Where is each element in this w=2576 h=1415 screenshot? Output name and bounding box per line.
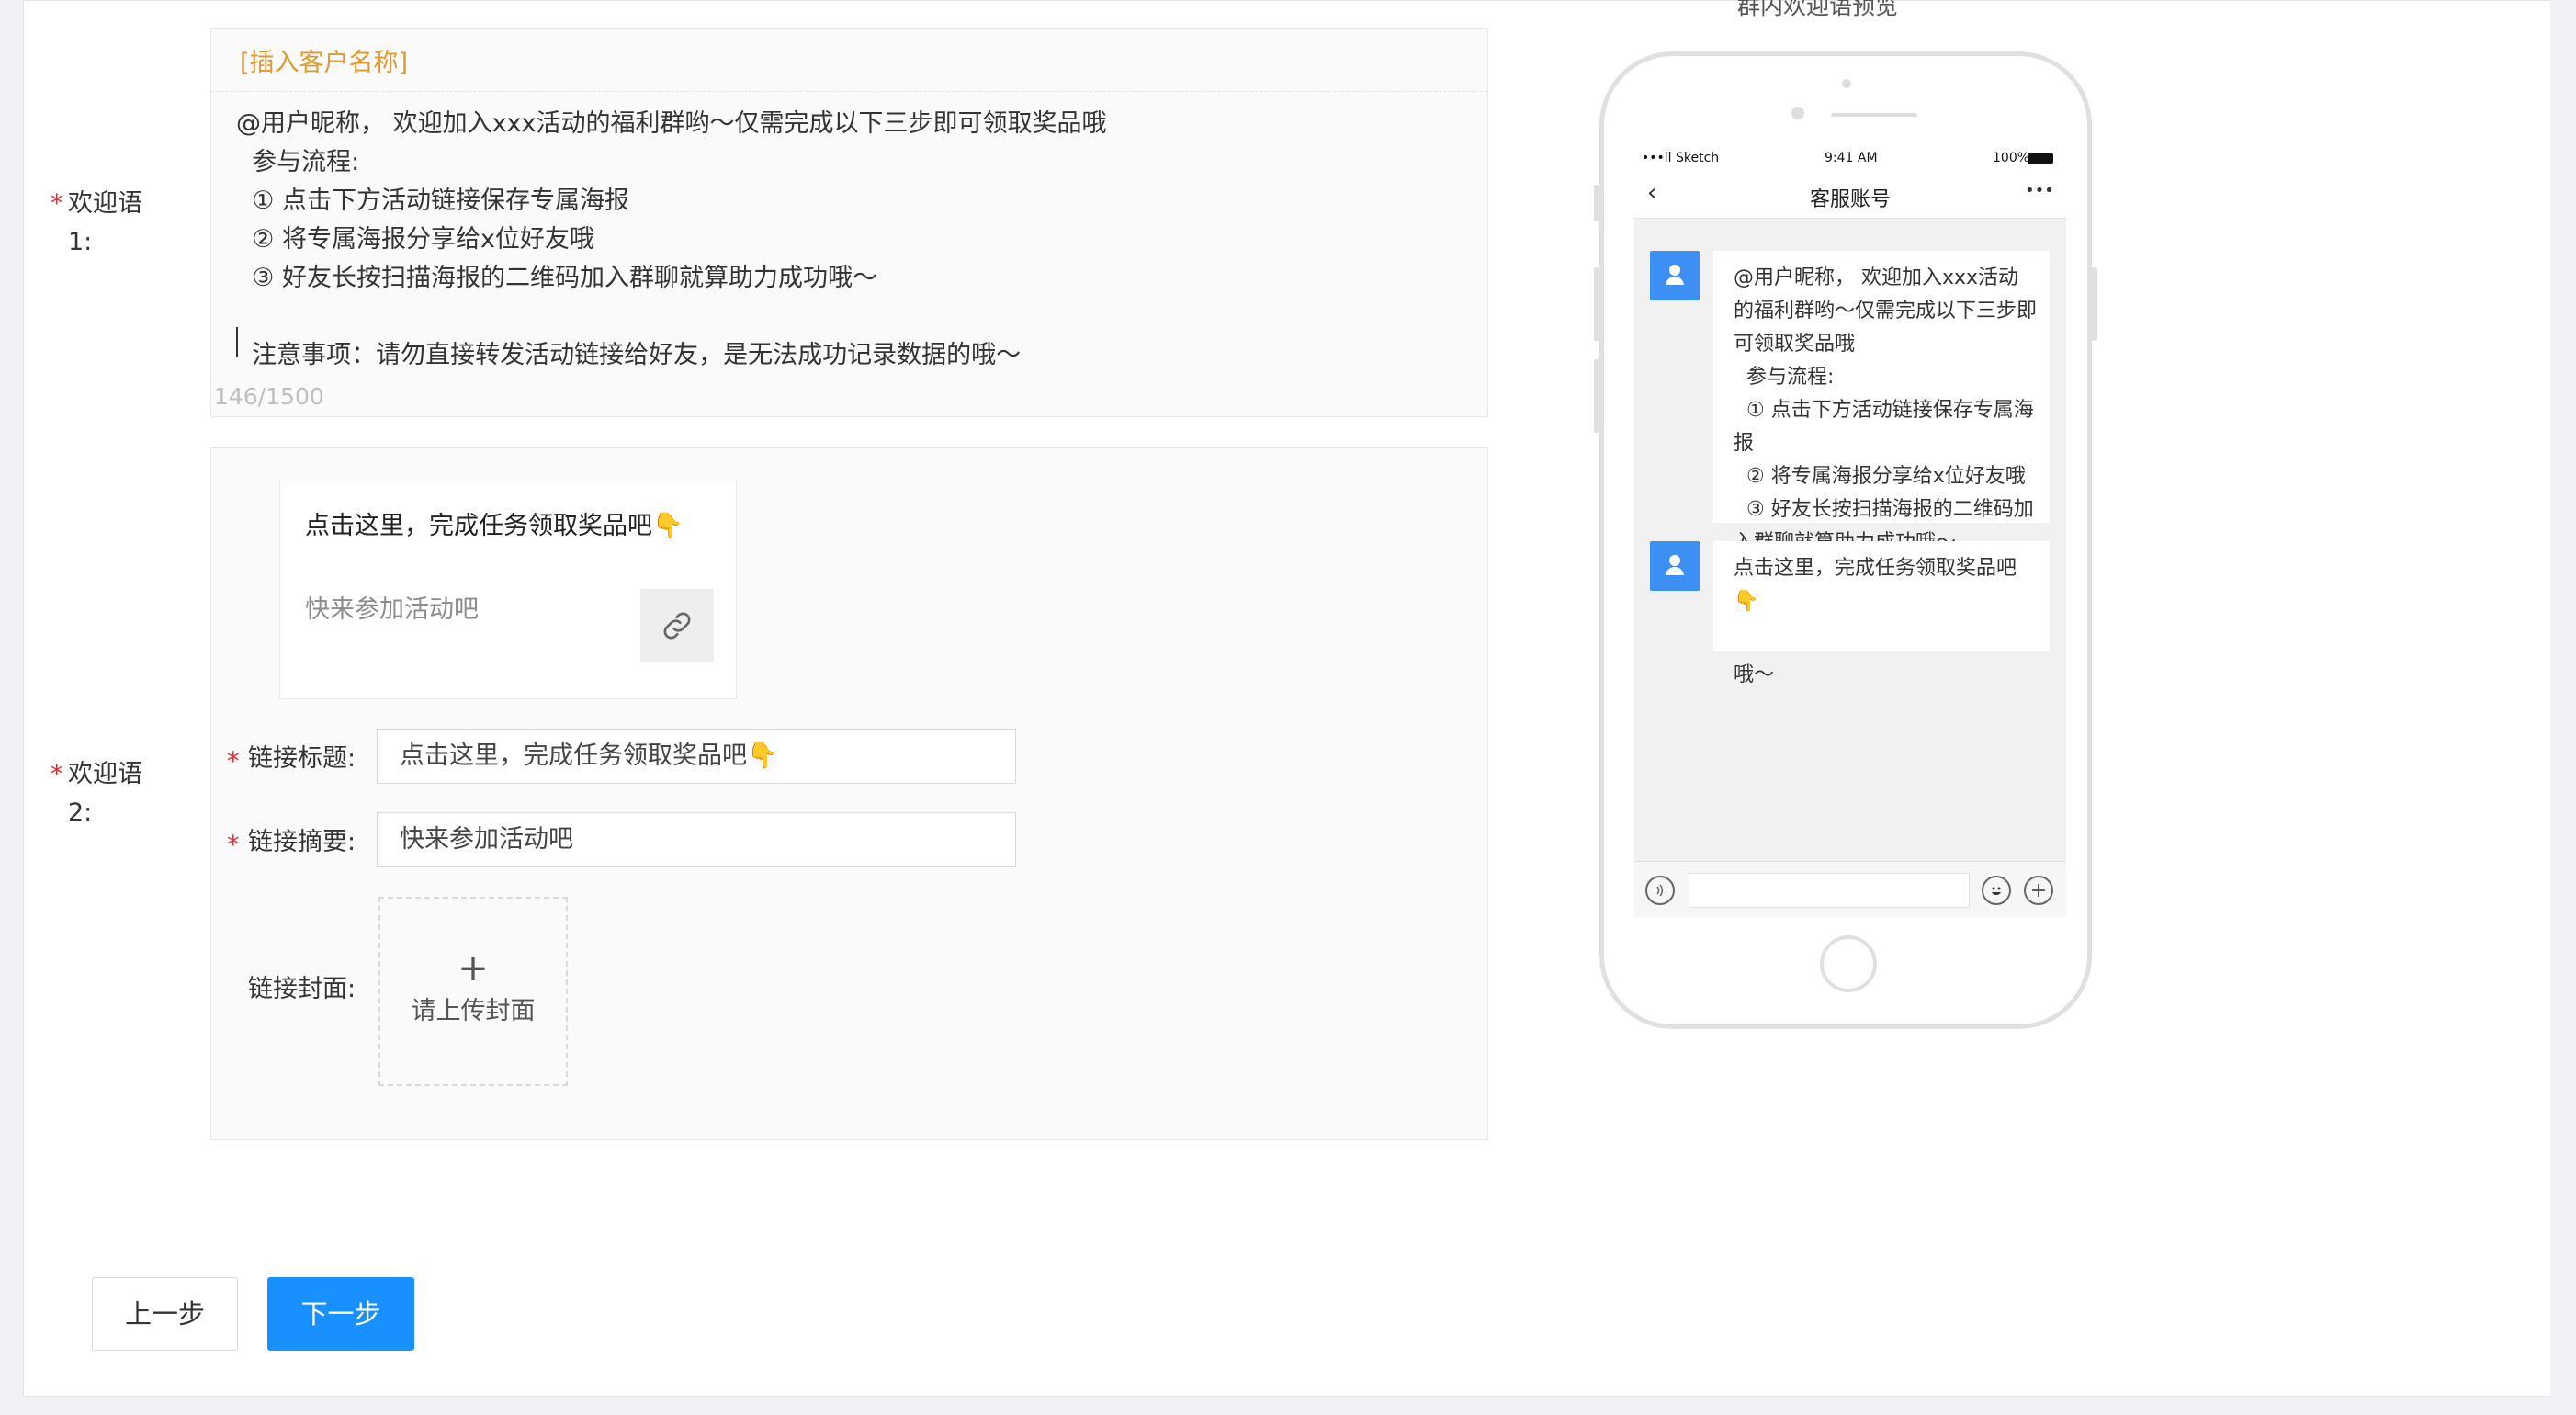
- upload-text: 请上传封面: [411, 997, 536, 1025]
- next-step-button[interactable]: 下一步: [267, 1277, 414, 1351]
- prev-step-button[interactable]: 上一步: [92, 1277, 238, 1351]
- phone-mockup: •••ll Sketch 9:41 AM 100% ‹ 客服账号 ••• @用户…: [1594, 51, 2097, 1029]
- main-card: * 欢迎语 1: [插入客户名称] @用户昵称， 欢迎加入xxx活动的福利群哟～…: [23, 0, 2552, 1397]
- link-icon: [663, 612, 691, 640]
- required-mark: *: [227, 831, 240, 859]
- required-mark: *: [51, 760, 63, 788]
- phone-side-button: [1594, 185, 1599, 221]
- text-caret: [236, 327, 238, 357]
- status-carrier: •••ll Sketch: [1642, 151, 1720, 165]
- required-mark: *: [51, 189, 63, 218]
- phone-side-button: [1594, 359, 1599, 433]
- link-summary-input[interactable]: 快来参加活动吧: [377, 812, 1016, 867]
- status-time: 9:41 AM: [1825, 151, 1878, 165]
- link-card-thumbnail: [640, 589, 714, 662]
- page-gutter: [2550, 0, 2576, 1415]
- link-summary-label: 链接摘要:: [248, 828, 356, 856]
- voice-icon[interactable]: [1645, 876, 1675, 905]
- welcome1-label: 欢迎语 1:: [68, 189, 142, 256]
- chat-title: 客服账号: [1809, 188, 1891, 211]
- editor-toolbar: [插入客户名称]: [211, 29, 1487, 92]
- message-bubble: @用户昵称， 欢迎加入xxx活动的福利群哟～仅需完成以下三步即可领取奖品哦 参与…: [1713, 251, 2050, 686]
- link-message-bubble: 点击这里，完成任务领取奖品吧👇: [1713, 541, 2050, 651]
- welcome2-panel: 点击这里，完成任务领取奖品吧👇 快来参加活动吧 * 链接标题: 点击这里，完成任…: [210, 447, 1488, 1140]
- home-button: [1820, 935, 1877, 992]
- status-battery: 100%: [1993, 151, 2030, 165]
- link-title-input[interactable]: 点击这里，完成任务领取奖品吧👇: [377, 729, 1016, 784]
- char-counter: 146/1500: [214, 383, 324, 410]
- phone-side-button: [1594, 267, 1599, 341]
- avatar: [1650, 541, 1700, 591]
- plus-icon[interactable]: +: [2024, 876, 2053, 905]
- link-card-desc: 快来参加活动吧: [305, 595, 479, 624]
- required-mark: *: [227, 747, 240, 775]
- battery-icon: [2028, 153, 2053, 164]
- preview-title: 群内欢迎语预览: [1737, 0, 1899, 19]
- link-title-label: 链接标题:: [248, 744, 356, 773]
- insert-customer-name-button[interactable]: [插入客户名称]: [240, 42, 408, 78]
- chat-input[interactable]: [1689, 873, 1970, 908]
- link-cover-label: 链接封面:: [248, 975, 356, 1003]
- plus-icon: +: [458, 947, 489, 990]
- phone-speaker: [1831, 113, 1917, 117]
- phone-sensor: [1842, 79, 1851, 88]
- chat-navbar: ‹ 客服账号 •••: [1634, 170, 2066, 219]
- welcome1-editor[interactable]: [插入客户名称] @用户昵称， 欢迎加入xxx活动的福利群哟～仅需完成以下三步即…: [210, 28, 1488, 417]
- user-icon: [1666, 265, 1684, 285]
- emoji-icon[interactable]: [1982, 876, 2011, 905]
- status-bar: •••ll Sketch 9:41 AM 100%: [1634, 148, 2066, 170]
- cover-upload-button[interactable]: + 请上传封面: [378, 897, 568, 1086]
- phone-camera: [1791, 107, 1804, 119]
- more-icon[interactable]: •••: [2025, 181, 2054, 200]
- user-icon: [1666, 555, 1684, 575]
- chat-input-bar: +: [1634, 861, 2066, 917]
- link-card-preview: 点击这里，完成任务领取奖品吧👇 快来参加活动吧: [279, 481, 737, 699]
- avatar: [1650, 251, 1700, 300]
- welcome2-label: 欢迎语 2:: [68, 760, 142, 827]
- link-card-title: 点击这里，完成任务领取奖品吧👇: [305, 512, 684, 540]
- phone-side-button: [2092, 267, 2097, 341]
- welcome1-textarea[interactable]: @用户昵称， 欢迎加入xxx活动的福利群哟～仅需完成以下三步即可领取奖品哦 参与…: [236, 105, 1467, 375]
- phone-screen: •••ll Sketch 9:41 AM 100% ‹ 客服账号 ••• @用户…: [1634, 148, 2066, 917]
